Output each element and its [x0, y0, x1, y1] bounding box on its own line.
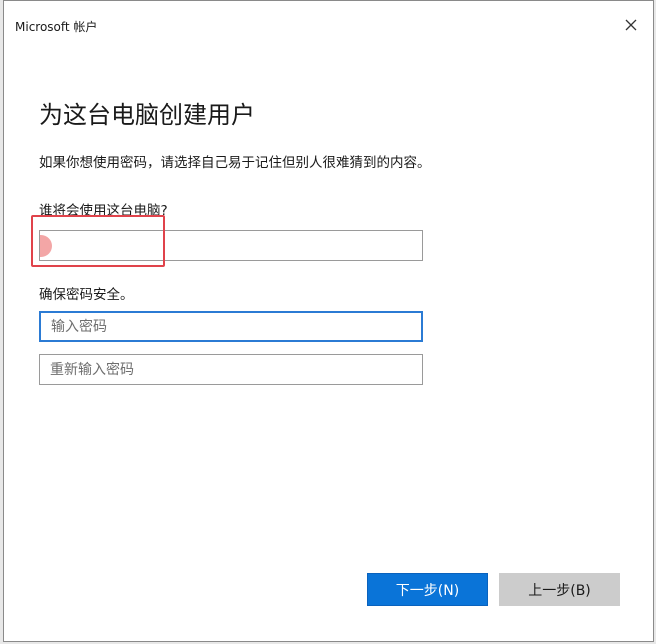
back-button[interactable]: 上一步(B) — [499, 573, 620, 606]
password-input[interactable] — [39, 311, 423, 342]
password-section-label: 确保密码安全。 — [39, 287, 134, 303]
close-icon — [625, 19, 637, 31]
close-button[interactable] — [623, 17, 639, 33]
username-label: 谁将会使用这台电脑? — [39, 203, 168, 219]
page-title: 为这台电脑创建用户 — [39, 101, 255, 129]
username-input[interactable] — [39, 230, 423, 261]
next-button[interactable]: 下一步(N) — [367, 573, 488, 606]
page-subtitle: 如果你想使用密码，请选择自己易于记住但别人很难猜到的内容。 — [39, 155, 431, 171]
title-bar: Microsoft 帐户 — [4, 1, 653, 51]
confirm-password-input[interactable] — [39, 354, 423, 385]
window-title: Microsoft 帐户 — [15, 20, 98, 34]
create-user-dialog: Microsoft 帐户 为这台电脑创建用户 如果你想使用密码，请选择自己易于记… — [3, 0, 654, 642]
